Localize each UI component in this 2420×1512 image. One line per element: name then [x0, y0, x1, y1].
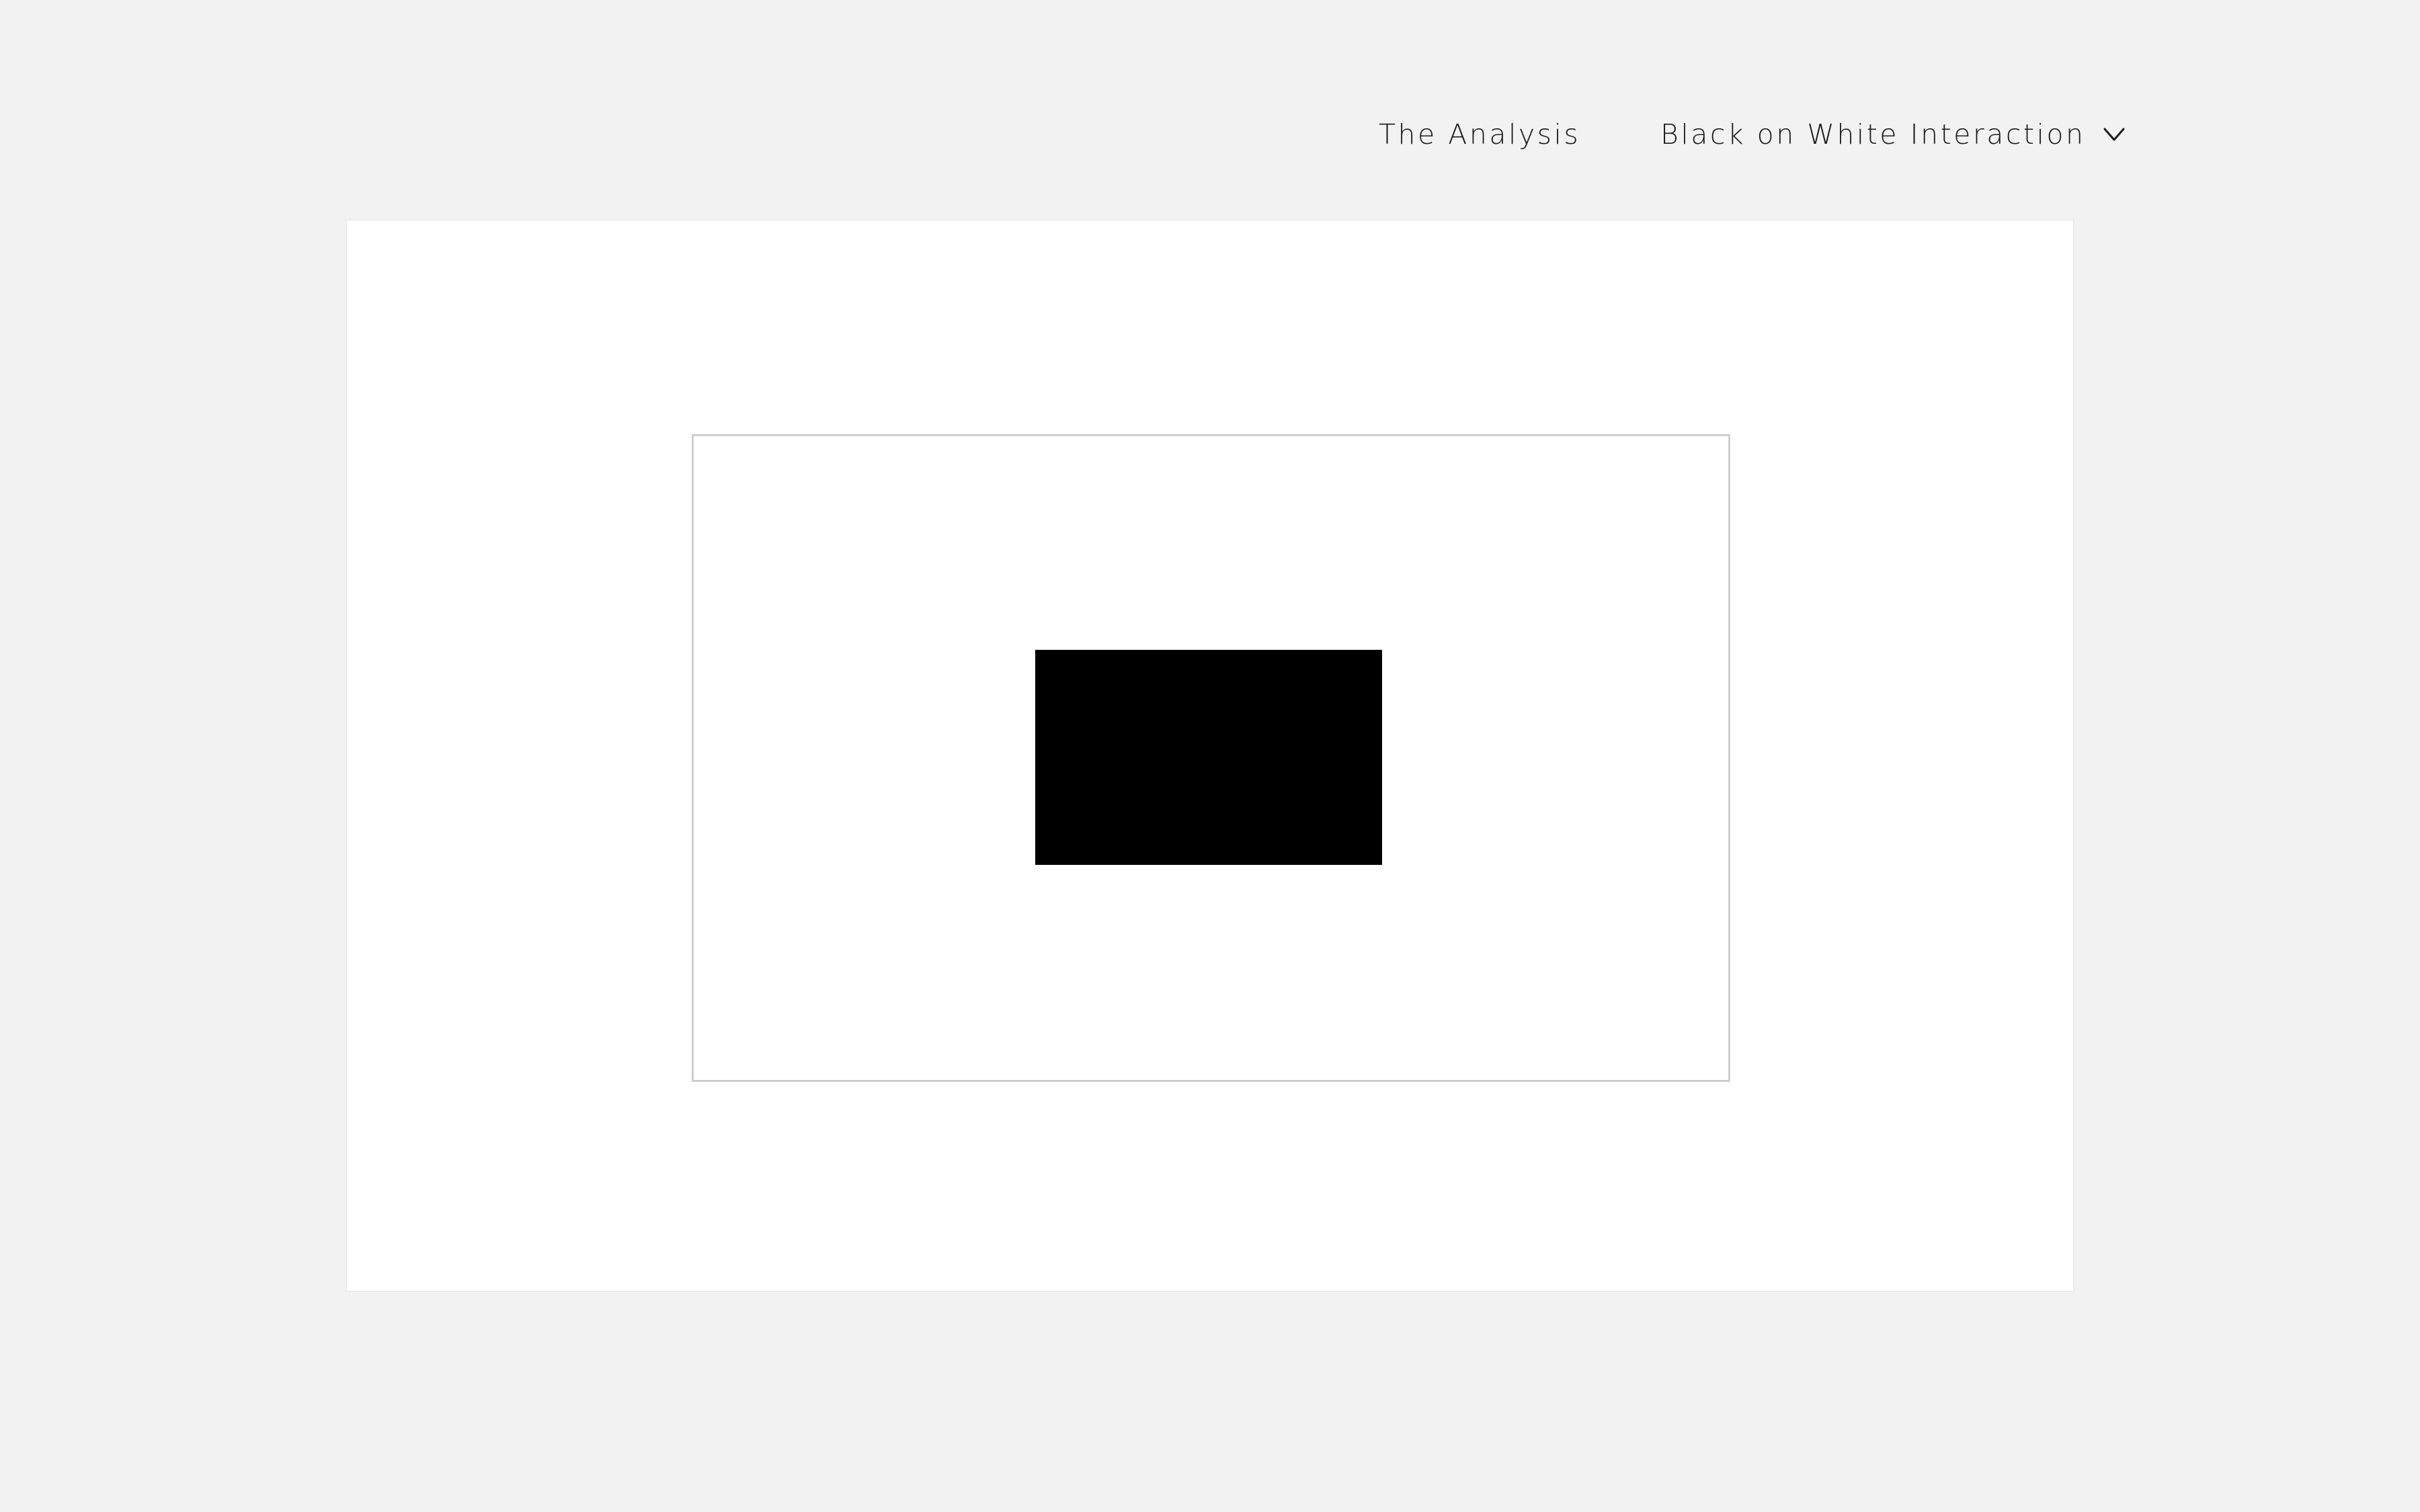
interaction-mode-dropdown[interactable]: Black on White Interaction [1660, 114, 2126, 155]
chevron-down-icon [2103, 126, 2126, 142]
black-rectangle[interactable] [1035, 650, 1382, 865]
interaction-mode-label: Black on White Interaction [1660, 118, 2086, 151]
the-analysis-link[interactable]: The Analysis [1379, 114, 1580, 155]
page: The Analysis Black on White Interaction [0, 0, 2420, 1512]
